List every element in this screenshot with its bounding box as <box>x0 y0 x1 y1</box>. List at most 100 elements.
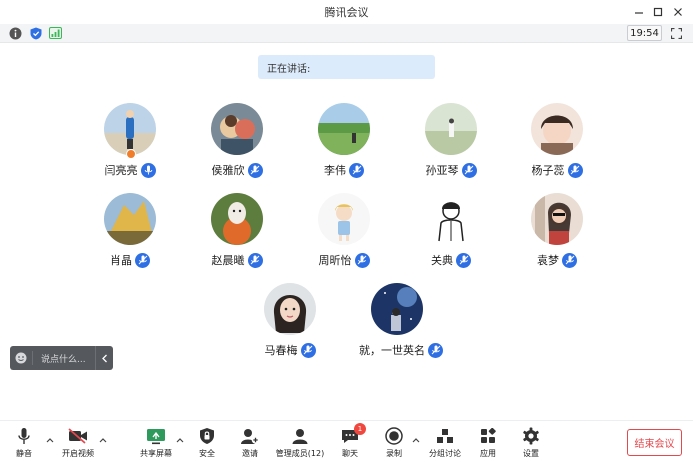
participant-name-row: 赵晨曦 <box>191 251 283 269</box>
microphone-muted-icon <box>428 342 443 358</box>
maximize-button[interactable] <box>647 0 669 24</box>
microphone-active-icon <box>140 162 156 178</box>
participant-name: 周昕怡 <box>318 254 352 267</box>
avatar <box>211 193 263 245</box>
participant-name-row: 就，一世英名 <box>349 341 453 359</box>
participant-name: 孙亚琴 <box>425 164 459 177</box>
manage-members-button[interactable]: 管理成员(12) <box>272 427 328 461</box>
avatar <box>425 193 477 245</box>
participant-tile[interactable]: 关典 <box>405 193 495 279</box>
bottom-toolbar: 静音 开启视频 共享屏幕 安全 邀请 管理成员(12) 1 聊天 录制 分组讨论… <box>0 420 693 462</box>
avatar <box>425 103 477 155</box>
microphone-muted-icon <box>247 252 263 268</box>
apps-grid-icon <box>477 427 499 445</box>
chevron-left-icon[interactable] <box>95 346 113 370</box>
avatar <box>211 103 263 155</box>
avatar <box>264 283 316 335</box>
settings-label: 设置 <box>523 449 539 458</box>
participant-name: 侯雅欣 <box>211 164 245 177</box>
chat-input-placeholder[interactable]: 说点什么... <box>32 351 95 365</box>
add-user-icon <box>239 427 261 445</box>
microphone-muted-icon <box>247 162 263 178</box>
participant-name-row: 肖晶 <box>84 251 176 269</box>
info-icon[interactable] <box>8 26 22 40</box>
meeting-info-bar: 19:54 <box>0 24 693 43</box>
active-speaker-label: 正在讲话: <box>267 63 311 75</box>
participant-tile[interactable]: 周昕怡 <box>298 193 388 279</box>
manage-members-label: 管理成员(12) <box>275 449 325 458</box>
record-icon <box>383 427 405 445</box>
microphone-muted-icon <box>461 162 477 178</box>
participant-tile[interactable]: 杨子蕊 <box>511 103 601 189</box>
active-speaker-banner: 正在讲话: <box>258 55 435 79</box>
emoji-icon[interactable] <box>10 346 32 370</box>
members-icon <box>289 427 311 445</box>
avatar <box>104 193 156 245</box>
share-screen-label: 共享屏幕 <box>140 449 172 458</box>
participant-name: 关典 <box>431 254 453 267</box>
participant-name: 赵晨曦 <box>211 254 245 267</box>
participant-name-row: 孙亚琴 <box>405 161 497 179</box>
participant-name-row: 李伟 <box>298 161 390 179</box>
participant-tile[interactable]: 李伟 <box>298 103 388 189</box>
host-badge <box>126 149 136 159</box>
microphone-muted-icon <box>354 252 370 268</box>
avatar <box>104 103 156 155</box>
camera-off-icon <box>67 427 89 445</box>
participant-tile[interactable]: 闫亮亮 <box>84 103 174 189</box>
participant-tile[interactable]: 袁梦 <box>511 193 601 279</box>
participant-name-row: 周昕怡 <box>298 251 390 269</box>
apps-label: 应用 <box>480 449 496 458</box>
mute-label: 静音 <box>16 449 32 458</box>
breakout-rooms-icon <box>434 427 456 445</box>
window-title: 腾讯会议 <box>324 6 369 19</box>
chat-label: 聊天 <box>342 449 358 458</box>
participant-name: 杨子蕊 <box>531 164 565 177</box>
participant-tile[interactable]: 就，一世英名 <box>351 283 451 369</box>
settings-button[interactable]: 设置 <box>503 427 559 461</box>
breakout-rooms-label: 分组讨论 <box>429 449 461 458</box>
start-video-label: 开启视频 <box>62 449 94 458</box>
chevron-up-icon[interactable] <box>98 435 108 445</box>
avatar <box>371 283 423 335</box>
participant-name-row: 杨子蕊 <box>511 161 603 179</box>
shield-icon[interactable] <box>29 26 43 40</box>
participant-name-row: 侯雅欣 <box>191 161 283 179</box>
meeting-timer: 19:54 <box>627 25 662 41</box>
microphone-muted-icon <box>349 162 364 178</box>
avatar <box>318 193 370 245</box>
fullscreen-icon[interactable] <box>669 26 683 40</box>
invite-button[interactable]: 邀请 <box>222 427 278 461</box>
end-meeting-button[interactable]: 结束会议 <box>627 429 682 456</box>
participant-name: 闫亮亮 <box>104 164 138 177</box>
network-signal-icon[interactable] <box>48 26 62 40</box>
participant-name: 李伟 <box>324 164 346 177</box>
participant-tile[interactable]: 孙亚琴 <box>405 103 495 189</box>
participant-name: 就，一世英名 <box>359 344 425 357</box>
participant-name-row: 闫亮亮 <box>84 161 176 179</box>
invite-label: 邀请 <box>242 449 258 458</box>
participant-tile[interactable]: 马春梅 <box>244 283 334 369</box>
gear-icon <box>520 427 542 445</box>
avatar <box>531 103 583 155</box>
avatar <box>318 103 370 155</box>
chat-quick-input[interactable]: 说点什么... <box>10 346 113 370</box>
close-button[interactable] <box>667 0 689 24</box>
participant-tile[interactable]: 肖晶 <box>84 193 174 279</box>
participant-tile[interactable]: 赵晨曦 <box>191 193 281 279</box>
unread-badge: 1 <box>354 423 366 435</box>
avatar <box>531 193 583 245</box>
participant-name-row: 关典 <box>405 251 497 269</box>
record-label: 录制 <box>386 449 402 458</box>
meeting-window: 腾讯会议 19:54 正在讲话: 闫亮亮 侯雅欣 李伟 孙亚琴 杨子蕊 肖晶 赵… <box>0 0 693 462</box>
participant-name: 马春梅 <box>264 344 298 357</box>
shield-icon <box>196 427 218 445</box>
participant-name: 肖晶 <box>110 254 132 267</box>
microphone-icon <box>13 427 35 445</box>
participant-name-row: 马春梅 <box>244 341 336 359</box>
microphone-muted-icon <box>135 252 150 268</box>
microphone-muted-icon <box>300 342 316 358</box>
microphone-muted-icon <box>567 162 583 178</box>
security-label: 安全 <box>199 449 215 458</box>
participant-tile[interactable]: 侯雅欣 <box>191 103 281 189</box>
